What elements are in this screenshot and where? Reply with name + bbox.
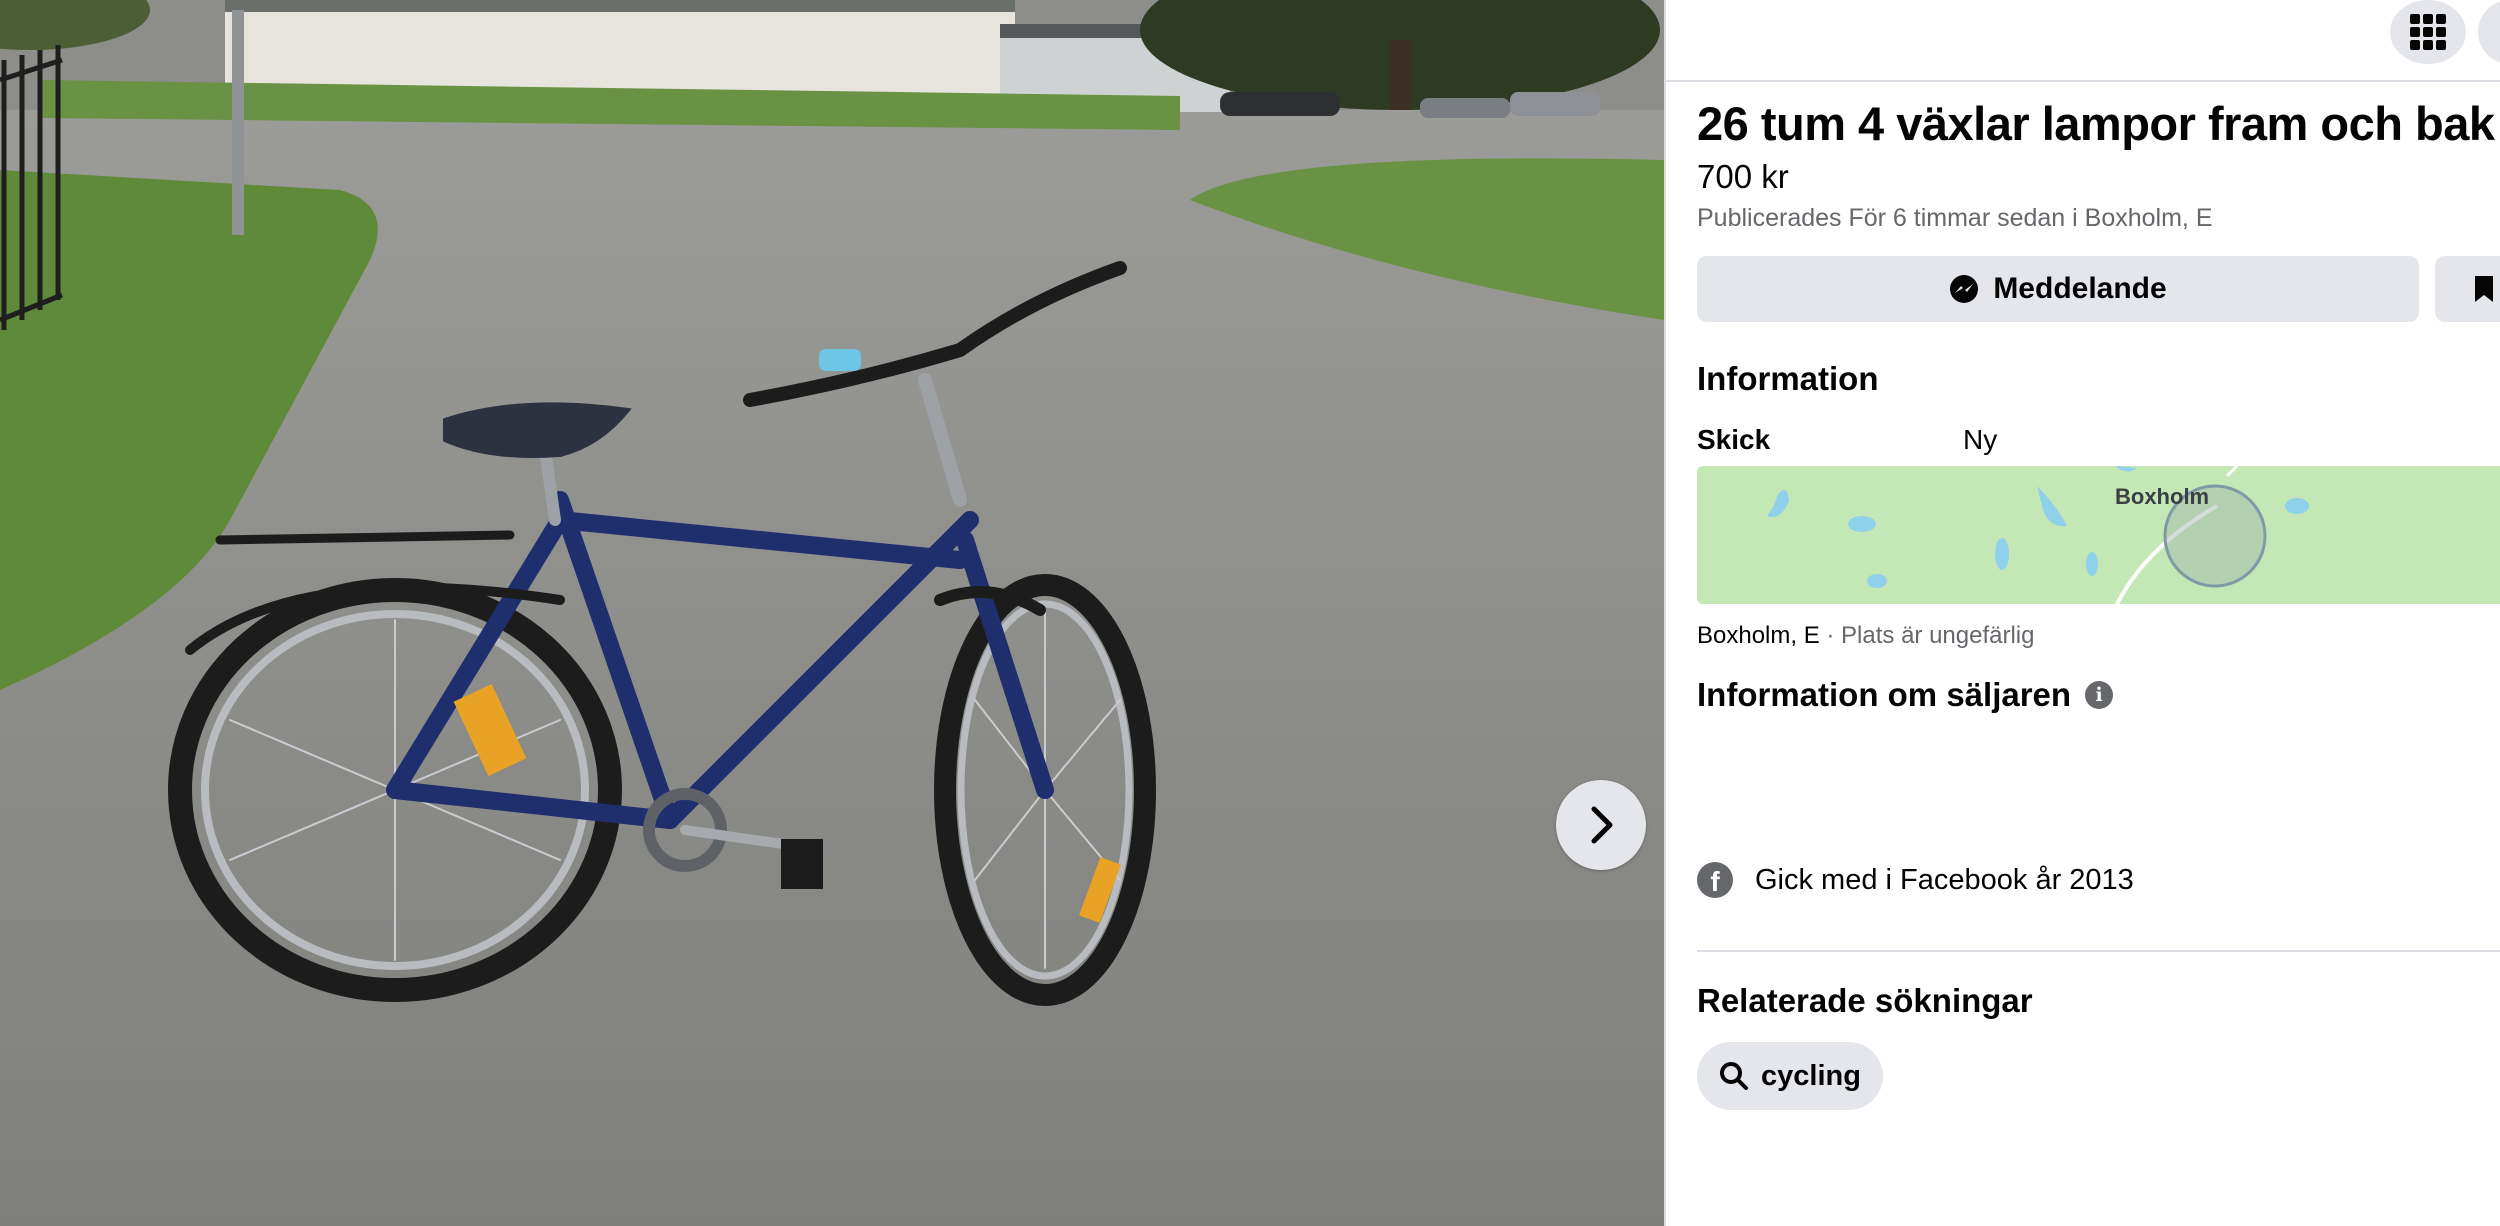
information-heading: Information — [1697, 360, 1879, 397]
joined-info: f Gick med i Facebook år 2013 — [1697, 862, 2134, 898]
divider — [1697, 950, 2500, 952]
chip-label: cycling — [1761, 1059, 1861, 1092]
info-icon[interactable]: i — [2085, 681, 2114, 709]
facebook-icon: f — [1697, 862, 1733, 898]
location-line: Boxholm, E · Plats är ungefärlig — [1697, 622, 2035, 650]
save-button[interactable] — [2435, 256, 2500, 322]
listing-details-panel: 26 tum 4 växlar lampor fram och bak 700 … — [1664, 0, 2500, 1226]
menu-button[interactable] — [2390, 0, 2466, 64]
next-photo-button[interactable] — [1556, 780, 1646, 870]
location-map[interactable]: Boxholm — [1697, 466, 2500, 604]
map-label: Boxholm — [2115, 484, 2210, 509]
listing-photo[interactable] — [0, 0, 1664, 1226]
location-note: Plats är ungefärlig — [1841, 622, 2035, 649]
related-searches-heading: Relaterade sökningar — [1697, 982, 2033, 1019]
message-button-label: Meddelande — [1993, 272, 2167, 305]
search-icon — [1720, 1062, 1748, 1090]
bicycle-photo — [0, 0, 1664, 1226]
top-bar — [1666, 0, 2500, 82]
joined-text: Gick med i Facebook år 2013 — [1755, 863, 2134, 896]
seller-heading: Information om säljaren — [1697, 676, 2072, 713]
grid-menu-icon — [2410, 14, 2446, 50]
condition-value: Ny — [1963, 424, 1998, 455]
bookmark-icon — [2475, 276, 2493, 302]
map-graphic — [1767, 466, 2309, 604]
chevron-right-icon — [1591, 806, 1613, 844]
location-place: Boxholm, E — [1697, 622, 1820, 649]
listing-title: 26 tum 4 växlar lampor fram och bak — [1697, 97, 2495, 150]
related-search-chip[interactable]: cycling — [1697, 1042, 1883, 1110]
published-info: Publicerades För 6 timmar sedan i Boxhol… — [1697, 204, 2213, 232]
seller-heading-row: Information om säljaren i — [1697, 676, 2114, 714]
condition-label: Skick — [1697, 424, 1771, 455]
messenger-icon — [1950, 275, 1979, 303]
message-button[interactable]: Meddelande — [1697, 256, 2419, 322]
listing-price: 700 kr — [1697, 158, 1789, 195]
profile-button[interactable] — [2478, 0, 2500, 64]
location-separator: · — [1819, 622, 1842, 649]
